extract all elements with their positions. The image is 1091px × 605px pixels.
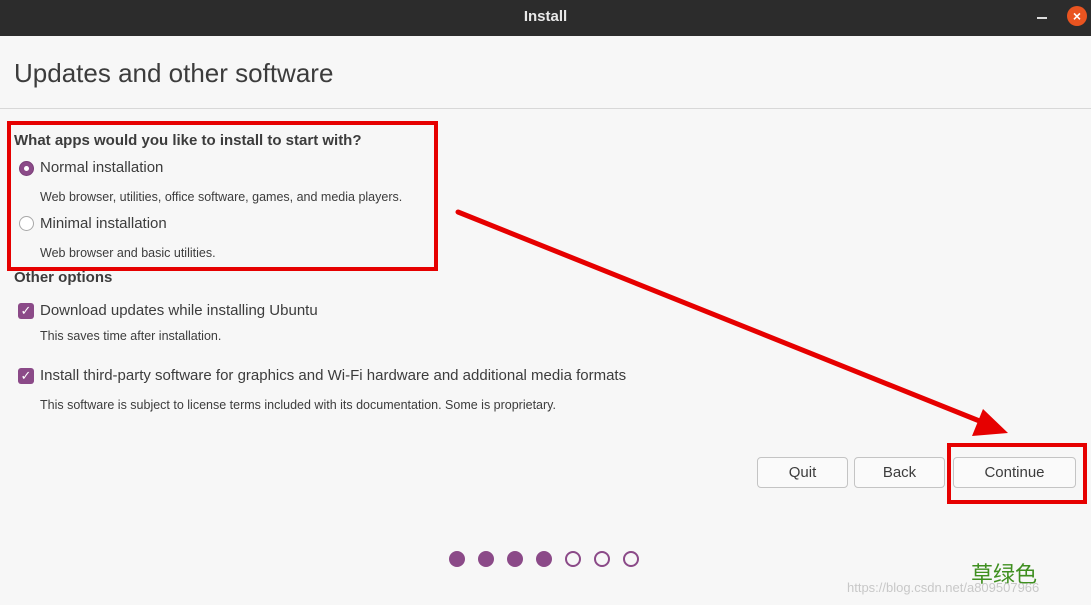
- download-updates-label[interactable]: Download updates while installing Ubuntu: [40, 302, 318, 319]
- close-icon[interactable]: ×: [1067, 6, 1087, 26]
- page-header: Updates and other software: [0, 36, 1091, 109]
- third-party-software-checkbox[interactable]: ✓: [18, 368, 34, 384]
- watermark-url: https://blog.csdn.net/a809507966: [847, 580, 1040, 595]
- progress-dot: [565, 551, 581, 567]
- back-button[interactable]: Back: [854, 457, 945, 488]
- third-party-software-description: This software is subject to license term…: [40, 398, 556, 412]
- download-updates-description: This saves time after installation.: [40, 329, 222, 343]
- progress-dot: [449, 551, 465, 567]
- progress-dot: [536, 551, 552, 567]
- download-updates-checkbox[interactable]: ✓: [18, 303, 34, 319]
- annotation-box-apps: [7, 121, 438, 271]
- progress-dot: [623, 551, 639, 567]
- window-title: Install: [523, 8, 568, 25]
- other-options-heading: Other options: [14, 269, 113, 286]
- quit-button[interactable]: Quit: [757, 457, 848, 488]
- progress-dot: [594, 551, 610, 567]
- annotation-box-continue: [947, 443, 1087, 504]
- page-title: Updates and other software: [14, 58, 334, 88]
- minimize-icon[interactable]: [1037, 17, 1047, 19]
- window-titlebar: Install ×: [0, 0, 1091, 36]
- progress-dot: [478, 551, 494, 567]
- third-party-software-label[interactable]: Install third-party software for graphic…: [40, 367, 626, 384]
- progress-dot: [507, 551, 523, 567]
